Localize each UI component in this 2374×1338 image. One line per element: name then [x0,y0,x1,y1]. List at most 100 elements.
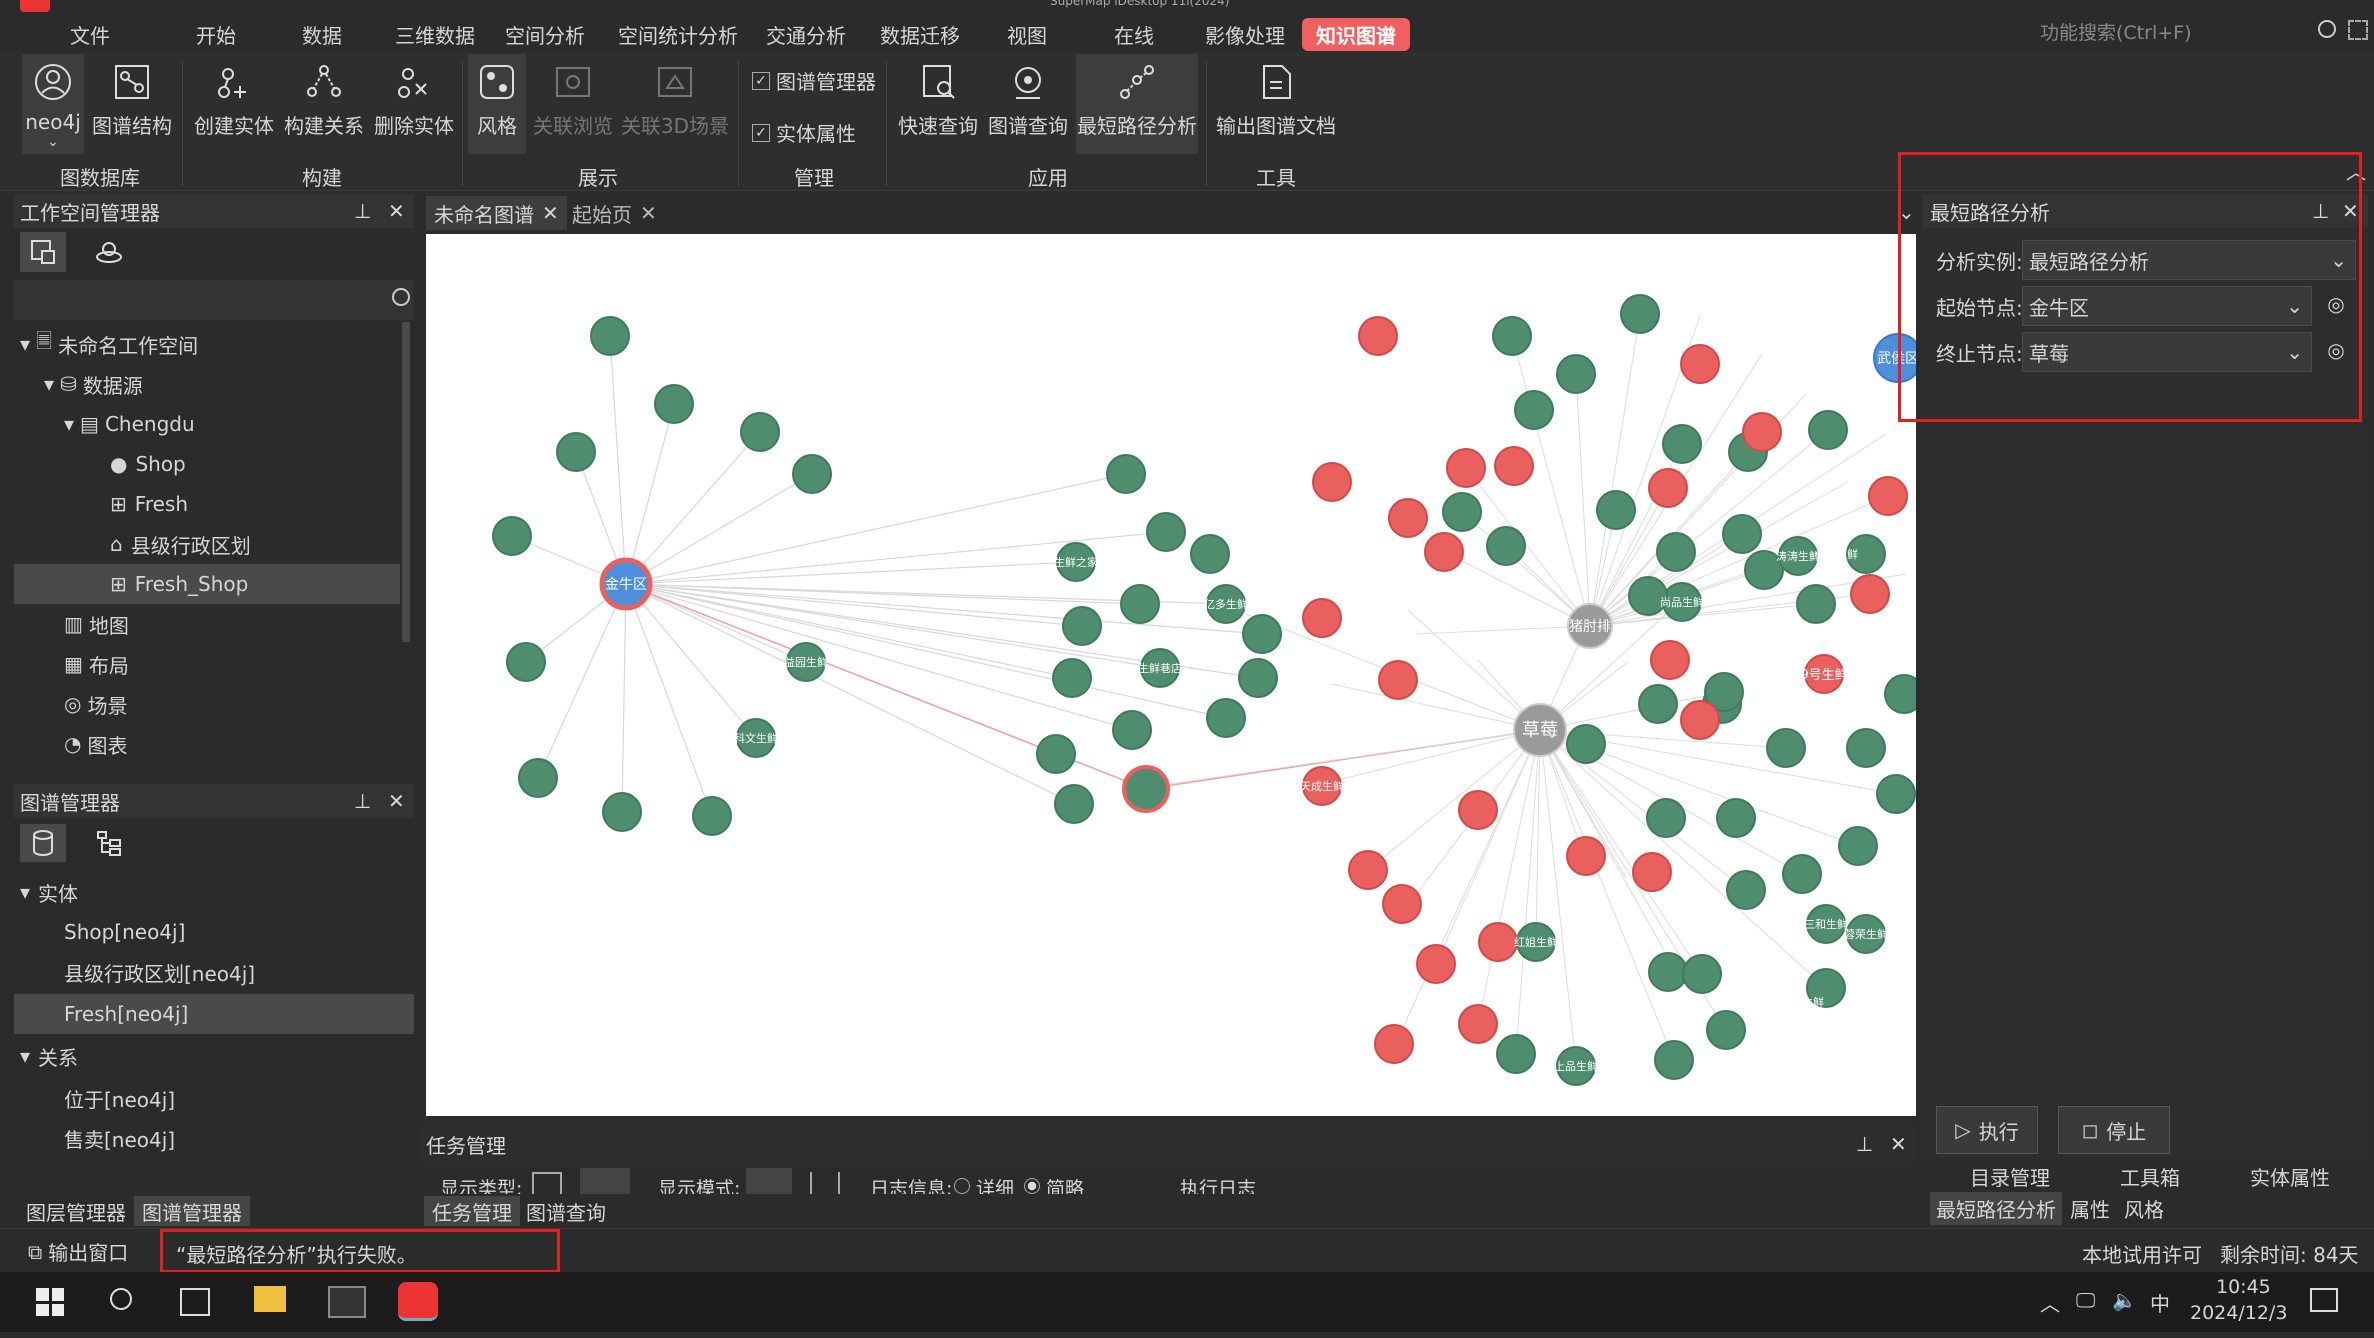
tree-workspace[interactable]: ▾ 🗏 未命名工作空间 [20,324,198,364]
ime-indicator[interactable]: 中 [2150,1288,2170,1317]
column-view-icon[interactable] [810,1172,840,1194]
search-input[interactable]: 功能搜索(Ctrl+F) [2040,18,2320,48]
tree-chengdu[interactable]: ▾ ▤ Chengdu [64,404,195,444]
tree-map[interactable]: ▥ 地图 [64,604,129,644]
expand-icon[interactable] [2348,20,2368,40]
style-button[interactable]: 风格 [468,54,526,154]
task-view-icon[interactable] [180,1288,210,1316]
tree-shop-neo4j[interactable]: Shop[neo4j] [64,912,185,952]
tree-shop[interactable]: ● Shop [110,444,186,484]
menu-traffic-analysis[interactable]: 交通分析 [766,20,846,49]
menu-spatial-stats[interactable]: 空间统计分析 [618,20,738,49]
tree-fresh[interactable]: ⊞ Fresh [110,484,188,524]
close-icon[interactable]: ✕ [1890,1132,1907,1156]
radio-brief[interactable] [1024,1178,1040,1194]
close-icon[interactable]: ✕ [542,201,559,225]
tab-graph-manager[interactable]: 图谱管理器 [134,1196,250,1226]
tab-shortest-path[interactable]: 最短路径分析 [1930,1192,2062,1225]
tree-relation[interactable]: ▾ 关系 [20,1036,78,1076]
volume-icon[interactable]: 🔈 [2112,1288,2137,1312]
graph-canvas[interactable]: 金牛区 草莓 猪肘排 武侯区 亿多生鲜 益园生鲜 科文生鲜 生鲜之家 生鲜巷店 … [426,234,1916,1116]
taskbar-search-icon[interactable] [110,1288,132,1310]
tab-properties[interactable]: 属性 [2070,1194,2110,1223]
build-relation-button[interactable]: 构建关系 [282,54,366,139]
tab-start-page[interactable]: 起始页 ✕ [564,196,665,230]
database-tab-icon[interactable] [20,824,66,862]
display-type-edit-icon[interactable] [580,1168,630,1194]
tab-catalog[interactable]: 目录管理 [1970,1162,2050,1191]
tree-sell-neo4j[interactable]: 售卖[neo4j] [64,1118,175,1158]
linked-3d-button[interactable]: 关联3D场景 [620,54,730,139]
notification-icon[interactable] [2310,1288,2338,1312]
menu-knowledge-graph[interactable]: 知识图谱 [1302,18,1410,51]
tab-graph-query[interactable]: 图谱查询 [518,1196,614,1226]
clock-date[interactable]: 2024/12/3 [2190,1302,2287,1324]
tab-task-manager[interactable]: 任务管理 [424,1196,520,1226]
tree-tab-icon[interactable] [86,824,132,862]
tree-located-neo4j[interactable]: 位于[neo4j] [64,1078,175,1118]
tab-style[interactable]: 风格 [2124,1194,2164,1223]
table-dataset-icon: ⊞ [110,492,127,516]
neo4j-button[interactable]: neo4j ⌄ [22,54,84,154]
pin-icon[interactable]: ⊥ [354,199,371,223]
tree-county-neo4j[interactable]: 县级行政区划[neo4j] [64,952,255,992]
entity-attr-checkbox[interactable]: ✓ 实体属性 [752,118,856,147]
tab-layer-manager[interactable]: 图层管理器 [18,1196,134,1226]
tree-scene[interactable]: ◎ 场景 [64,684,127,724]
workspace-search-bar[interactable] [14,280,414,320]
menu-file[interactable]: 文件 [70,20,110,49]
tree-fresh-neo4j[interactable]: Fresh[neo4j] [14,994,414,1034]
terminal-icon[interactable] [328,1286,366,1318]
radio-detailed[interactable] [954,1178,970,1194]
delete-entity-button[interactable]: 删除实体 [372,54,456,139]
network-icon[interactable]: 🖵 [2076,1288,2095,1312]
quick-query-button[interactable]: 快速查询 [896,54,980,139]
menu-3d-data[interactable]: 三维数据 [395,20,475,49]
create-entity-button[interactable]: 创建实体 [192,54,276,139]
pin-icon[interactable]: ⊥ [354,789,371,813]
windows-start-icon[interactable] [36,1288,64,1316]
tree-datasource[interactable]: ▾ ⛁ 数据源 [44,364,143,404]
output-window-button[interactable]: ⧉ 输出窗口 [28,1237,128,1266]
tree-county[interactable]: ⌂ 县级行政区划 [110,524,251,564]
tree-entity[interactable]: ▾ 实体 [20,872,78,912]
menu-online[interactable]: 在线 [1114,20,1154,49]
graph-structure-button[interactable]: 图谱结构 [92,54,172,139]
tab-entity-attr[interactable]: 实体属性 [2250,1162,2330,1191]
graph-query-button[interactable]: 图谱查询 [986,54,1070,139]
file-explorer-icon[interactable] [254,1286,286,1312]
tab-toolbox[interactable]: 工具箱 [2120,1162,2180,1191]
close-icon[interactable]: ✕ [388,199,405,223]
tray-chevron-up-icon[interactable]: ︿ [2040,1288,2060,1317]
search-icon[interactable] [392,288,410,306]
menu-view[interactable]: 视图 [1007,20,1047,49]
graph-svg[interactable]: 金牛区 草莓 猪肘排 武侯区 亿多生鲜 益园生鲜 科文生鲜 生鲜之家 生鲜巷店 … [426,234,1916,1116]
clock-time[interactable]: 10:45 [2216,1276,2271,1298]
supermap-taskbar-icon[interactable] [398,1282,438,1321]
menu-image-processing[interactable]: 影像处理 [1205,20,1285,49]
tab-untitled-graph[interactable]: 未命名图谱 ✕ [426,196,567,230]
close-icon[interactable]: ✕ [388,789,405,813]
search-icon[interactable] [2318,20,2336,38]
grid-view-icon[interactable] [746,1168,792,1194]
menu-data[interactable]: 数据 [302,20,342,49]
pin-icon[interactable]: ⊥ [1856,1132,1873,1156]
tree-layout[interactable]: ▦ 布局 [64,644,129,684]
close-icon[interactable]: ✕ [640,201,657,225]
export-doc-button[interactable]: 输出图谱文档 [1214,54,1338,139]
chevron-down-icon[interactable]: ⌄ [47,134,59,150]
tree-fresh-shop[interactable]: ⊞ Fresh_Shop [14,564,400,604]
graph-manager-checkbox[interactable]: ✓ 图谱管理器 [752,66,876,95]
display-type-icon[interactable] [532,1172,562,1194]
menu-spatial-analysis[interactable]: 空间分析 [505,20,585,49]
scene-tab-icon[interactable] [86,232,132,272]
linked-browse-button[interactable]: 关联浏览 [530,54,616,139]
execute-button[interactable]: ▷ 执行 [1936,1106,2038,1154]
shortest-path-button[interactable]: 最短路径分析 [1076,54,1198,154]
menu-data-migration[interactable]: 数据迁移 [880,20,960,49]
workspace-tab-icon[interactable] [20,232,66,272]
tree-chart[interactable]: ◔ 图表 [64,724,127,764]
tree-scrollbar[interactable] [402,322,410,642]
menu-start[interactable]: 开始 [196,20,236,49]
stop-button[interactable]: ◻ 停止 [2058,1106,2170,1154]
